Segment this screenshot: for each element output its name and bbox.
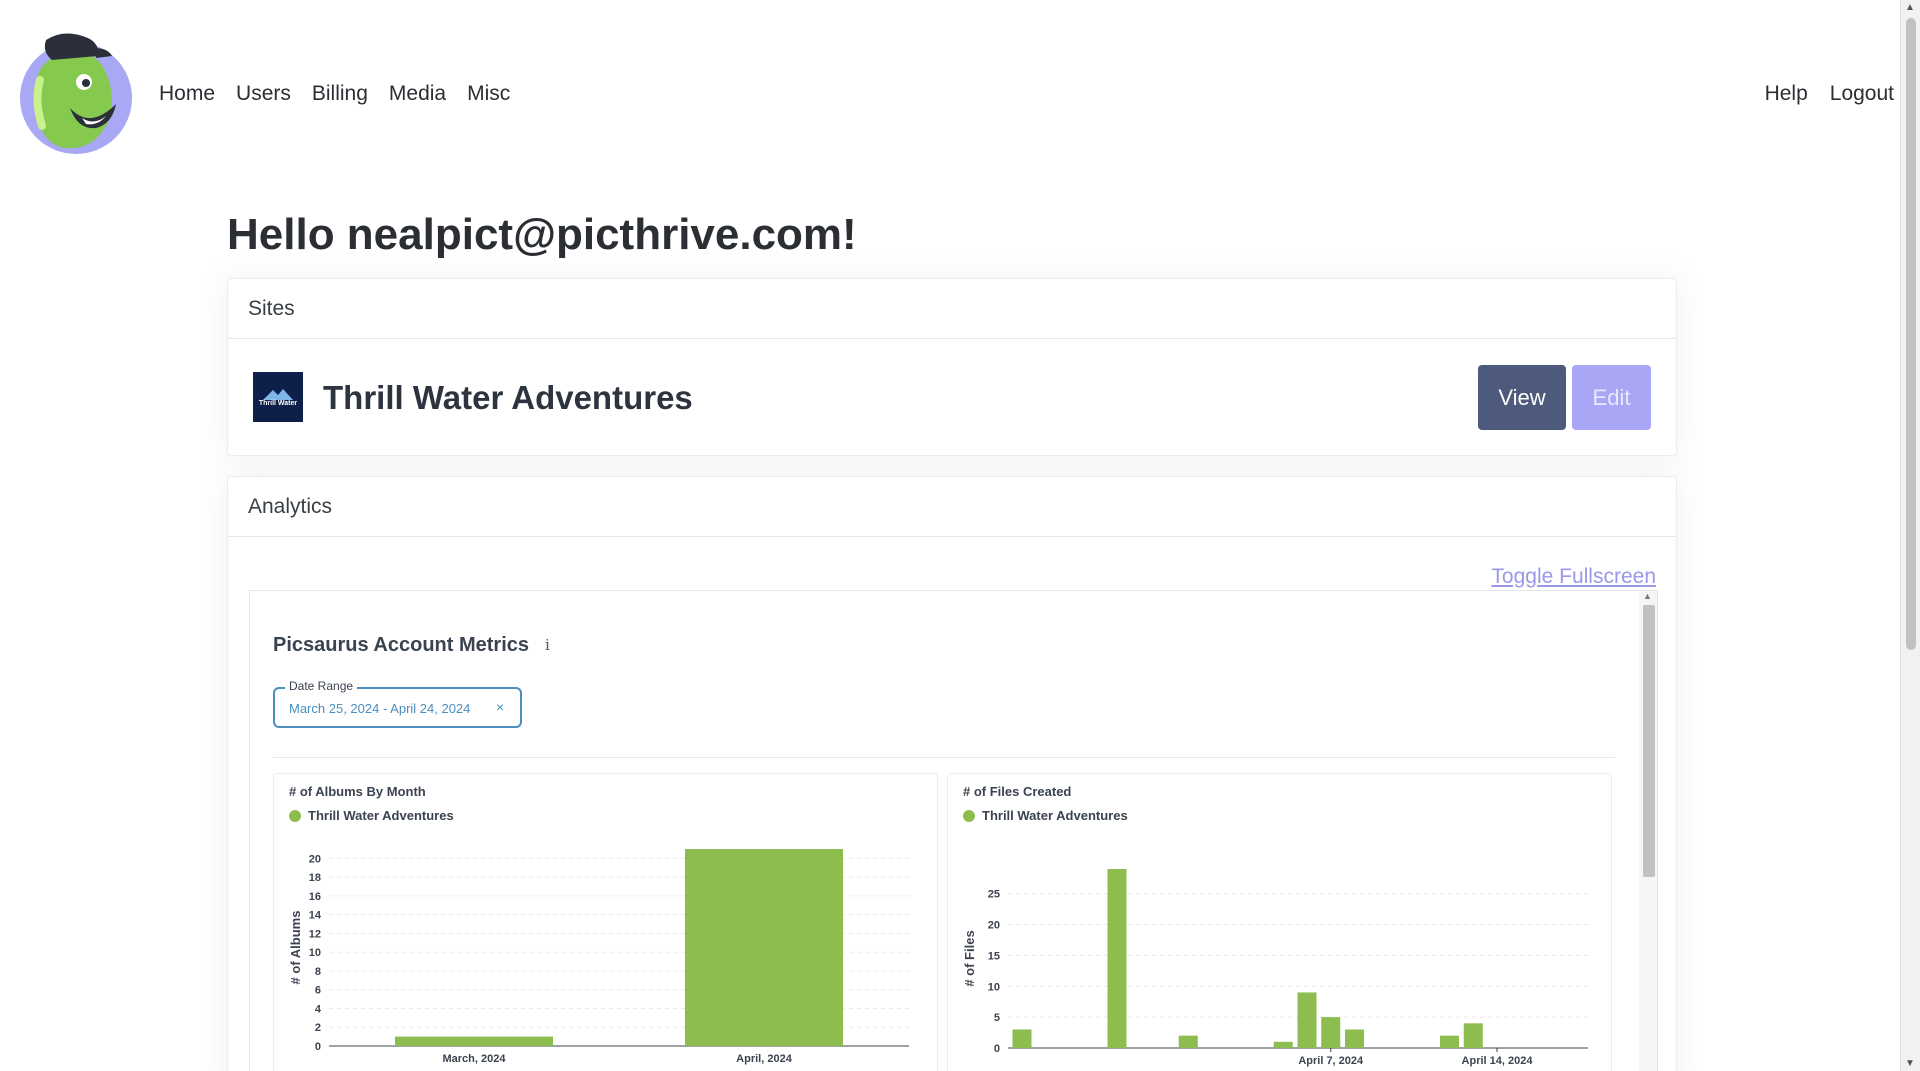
albums-by-month-chart: # of Albums By Month Thrill Water Advent… xyxy=(273,773,938,1071)
y-tick-label: 10 xyxy=(309,947,321,959)
nav-home[interactable]: Home xyxy=(159,82,215,106)
sites-header: Sites xyxy=(228,279,1676,339)
y-tick-label: 0 xyxy=(315,1041,321,1053)
nav-misc[interactable]: Misc xyxy=(467,82,510,106)
y-tick-label: 2 xyxy=(315,1022,321,1034)
bar xyxy=(1178,1035,1198,1048)
scroll-down-arrow-icon[interactable]: ▼ xyxy=(1905,1058,1915,1069)
nav-billing[interactable]: Billing xyxy=(312,82,368,106)
site-name: Thrill Water Adventures xyxy=(323,379,693,416)
clear-date-range-icon[interactable]: × xyxy=(496,699,504,715)
analytics-card: Analytics Toggle Fullscreen ▲ Picsaurus … xyxy=(227,476,1677,1071)
y-tick-label: 15 xyxy=(988,950,1000,962)
embed-scrollbar[interactable]: ▲ xyxy=(1639,591,1657,1071)
site-row: Thrill Water Thrill Water Adventures Vie… xyxy=(228,339,1676,457)
nav-logout[interactable]: Logout xyxy=(1830,82,1894,106)
date-range-filter[interactable]: Date Range March 25, 2024 - April 24, 20… xyxy=(273,679,522,728)
x-tick-label: March, 2024 xyxy=(443,1053,507,1065)
site-thumbnail: Thrill Water xyxy=(253,372,303,422)
y-tick-label: 10 xyxy=(988,981,1000,993)
files-chart-svg: 0510152025April 7, 2024April 14, 2024Apr… xyxy=(962,869,1588,1067)
nav-users[interactable]: Users xyxy=(236,82,291,106)
secondary-nav: Help Logout xyxy=(1765,82,1894,106)
y-tick-label: 12 xyxy=(309,928,321,940)
picsaurus-logo[interactable] xyxy=(16,30,132,160)
bar xyxy=(1321,1017,1341,1048)
page-scrollbar-thumb[interactable] xyxy=(1906,18,1916,650)
y-tick-label: 4 xyxy=(315,1003,322,1015)
embed-scroll-up-icon[interactable]: ▲ xyxy=(1643,591,1652,601)
y-tick-label: 20 xyxy=(988,920,1000,932)
x-tick-label: April 14, 2024 xyxy=(1462,1055,1534,1067)
sites-card: Sites Thrill Water Thrill Water Adventur… xyxy=(227,278,1677,456)
x-tick-label: April, 2024 xyxy=(736,1053,793,1065)
metrics-embed: ▲ Picsaurus Account Metrics i Date Range… xyxy=(249,590,1658,1071)
bar xyxy=(1012,1029,1032,1048)
page-scrollbar[interactable]: ▲ ▼ xyxy=(1900,0,1920,1071)
primary-nav: Home Users Billing Media Misc xyxy=(159,82,510,106)
bar xyxy=(685,849,843,1046)
scroll-up-arrow-icon[interactable]: ▲ xyxy=(1905,2,1915,13)
bar xyxy=(1463,1023,1483,1048)
y-tick-label: 8 xyxy=(315,966,321,978)
y-tick-label: 5 xyxy=(994,1012,1000,1024)
y-axis-label: # of Files xyxy=(962,930,977,986)
y-tick-label: 6 xyxy=(315,985,321,997)
top-navbar: Home Users Billing Media Misc Help Logou… xyxy=(0,0,1900,190)
bar xyxy=(1273,1041,1293,1048)
nav-media[interactable]: Media xyxy=(389,82,446,106)
albums-chart-svg: 0 2 4 6 8 10 12 14 16 18 20 March, 2024 April, 2024 #… xyxy=(288,849,909,1065)
y-tick-label: 18 xyxy=(309,872,321,884)
edit-site-button[interactable]: Edit xyxy=(1572,365,1651,430)
greeting-title: Hello nealpict@picthrive.com! xyxy=(227,210,857,259)
date-range-value[interactable]: March 25, 2024 - April 24, 2024 xyxy=(289,701,470,716)
view-site-button[interactable]: View xyxy=(1478,365,1566,430)
nav-help[interactable]: Help xyxy=(1765,82,1808,106)
y-tick-label: 25 xyxy=(988,889,1000,901)
info-icon[interactable]: i xyxy=(545,636,550,654)
analytics-header: Analytics xyxy=(228,477,1676,537)
metrics-title: Picsaurus Account Metrics xyxy=(273,634,530,656)
bar xyxy=(1345,1029,1364,1048)
bar xyxy=(1440,1035,1459,1048)
bar xyxy=(395,1036,553,1046)
x-tick-label: April 7, 2024 xyxy=(1298,1055,1364,1067)
mountain-logo-icon xyxy=(263,388,293,400)
y-tick-label: 0 xyxy=(994,1043,1000,1055)
files-created-chart: # of Files Created Thrill Water Adventur… xyxy=(947,773,1612,1071)
y-tick-label: 20 xyxy=(309,853,321,865)
bar xyxy=(1107,869,1127,1048)
y-tick-label: 14 xyxy=(309,910,322,922)
bar xyxy=(1297,992,1317,1048)
section-divider xyxy=(273,757,1615,758)
y-tick-label: 16 xyxy=(309,891,321,903)
dinosaur-logo-icon xyxy=(20,33,132,154)
embed-scrollbar-thumb[interactable] xyxy=(1643,605,1655,877)
date-range-label: Date Range xyxy=(285,679,358,693)
y-axis-label: # of Albums xyxy=(288,911,303,985)
site-thumbnail-text: Thrill Water xyxy=(258,399,298,407)
toggle-fullscreen-link[interactable]: Toggle Fullscreen xyxy=(1491,565,1656,589)
